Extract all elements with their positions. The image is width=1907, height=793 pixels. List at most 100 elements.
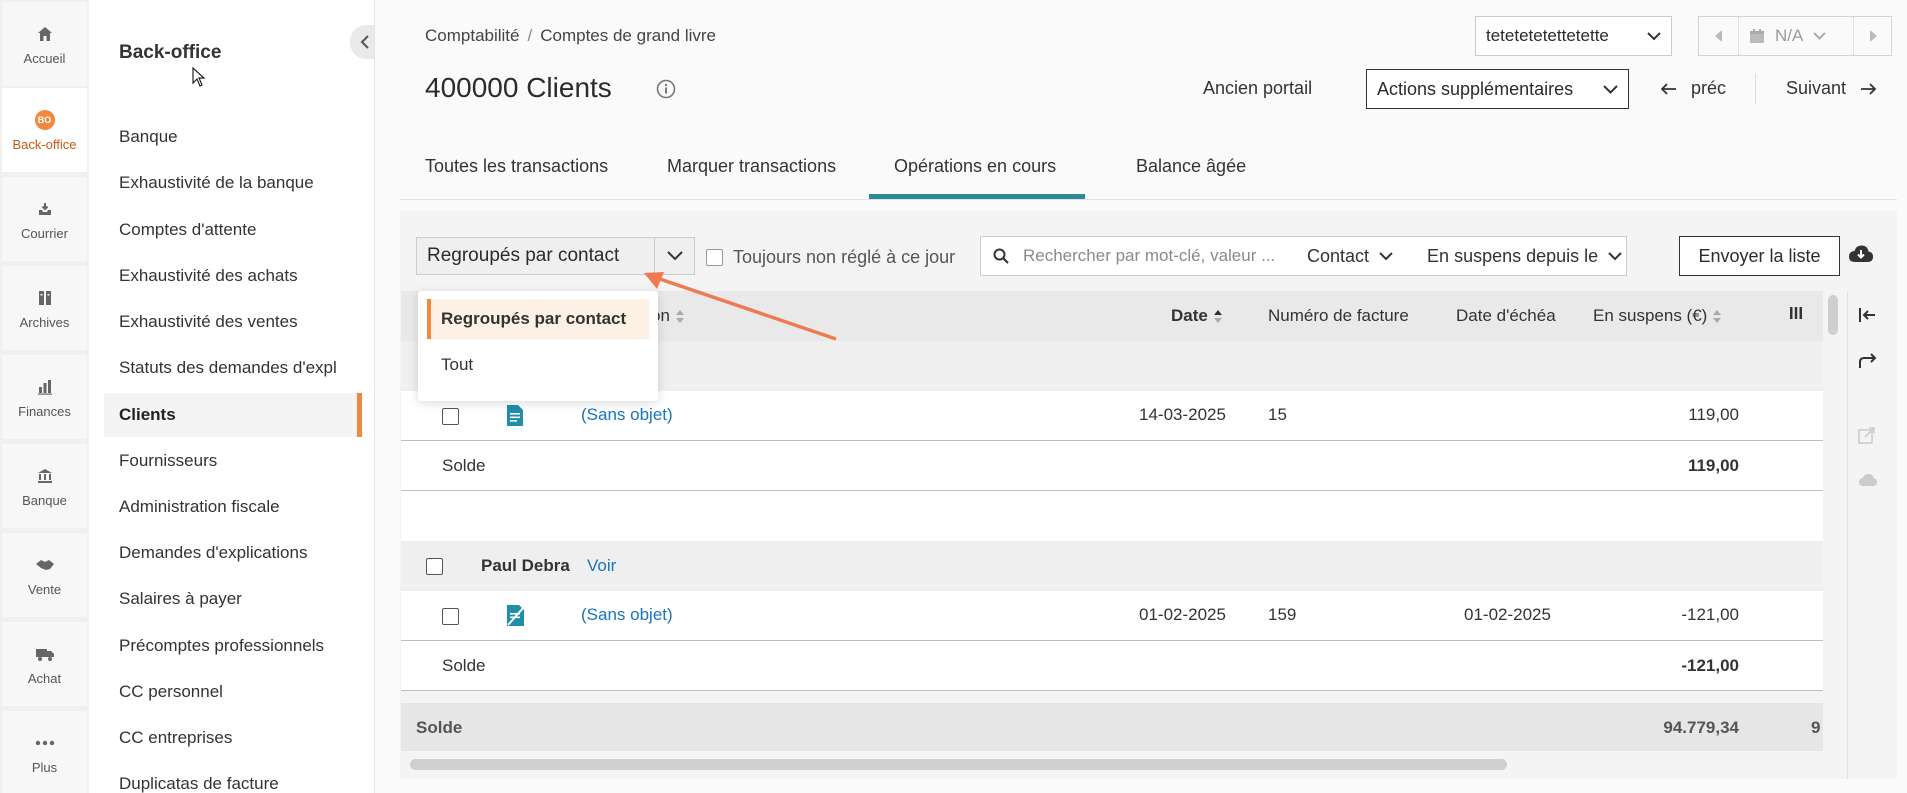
sidebar-item-duplicatas[interactable]: Duplicatas de facture — [119, 774, 279, 793]
breadcrumb-item[interactable]: Comptabilité — [425, 26, 520, 45]
always-unsettled-option[interactable]: Toujours non réglé à ce jour — [706, 247, 955, 268]
cloud-icon — [1858, 473, 1878, 487]
sidebar-item-fournisseurs[interactable]: Fournisseurs — [119, 451, 217, 471]
horizontal-scrollbar[interactable] — [410, 759, 1507, 770]
vertical-scrollbar[interactable] — [1828, 295, 1838, 335]
row-due-date: 01-02-2025 — [1464, 605, 1551, 624]
rail-label: Accueil — [23, 50, 66, 66]
column-pending-label: En suspens (€) — [1593, 306, 1708, 325]
row-date: 14-03-2025 — [1139, 405, 1226, 424]
tab-mark-transactions[interactable]: Marquer transactions — [667, 156, 836, 177]
balance-value: 119,00 — [1687, 456, 1739, 475]
bank-icon — [34, 465, 56, 487]
bar-chart-icon — [34, 376, 56, 398]
collapse-to-left-icon[interactable] — [1858, 307, 1876, 323]
period-prev-button[interactable] — [1699, 17, 1739, 55]
column-date-label: Date — [1171, 306, 1208, 325]
prev-button[interactable]: préc — [1661, 78, 1726, 99]
table-row[interactable]: (Sans objet) 01-02-2025 159 01-02-2025 -… — [401, 591, 1823, 641]
chevron-down-icon — [1813, 32, 1827, 40]
row-description-link[interactable]: (Sans objet) — [581, 405, 673, 425]
breadcrumb-item[interactable]: Comptes de grand livre — [540, 26, 716, 45]
invoice-doc-icon — [507, 405, 523, 426]
sidebar-item-exhaustivite-achats[interactable]: Exhaustivité des achats — [119, 266, 298, 286]
dropdown-option-all[interactable]: Tout — [427, 345, 649, 385]
rail-item-accueil[interactable]: Accueil — [2, 2, 87, 86]
column-due-date[interactable]: Date d'échéa — [1456, 306, 1562, 326]
send-list-button[interactable]: Envoyer la liste — [1679, 236, 1840, 276]
row-description-link[interactable]: (Sans objet) — [581, 605, 673, 625]
rail-item-back-office[interactable]: BO Back-office — [2, 88, 87, 172]
column-date[interactable]: Date — [1171, 306, 1222, 326]
old-portal-link[interactable]: Ancien portail — [1203, 78, 1312, 99]
tab-open-operations[interactable]: Opérations en cours — [894, 156, 1056, 177]
period-display[interactable]: N/A — [1739, 17, 1853, 55]
row-checkbox[interactable] — [442, 608, 459, 625]
rail-item-plus[interactable]: Plus — [2, 711, 87, 793]
tab-all-transactions[interactable]: Toutes les transactions — [425, 156, 608, 177]
next-button[interactable]: Suivant — [1786, 78, 1877, 99]
more-actions-button[interactable]: Actions supplémentaires — [1366, 69, 1629, 109]
sidebar-item-cc-entreprises[interactable]: CC entreprises — [119, 728, 232, 748]
active-tab-indicator — [869, 194, 1085, 199]
tab-aged-balance[interactable]: Balance âgée — [1136, 156, 1246, 177]
rail-item-archives[interactable]: Archives — [2, 266, 87, 350]
rail-item-achat[interactable]: Achat — [2, 622, 87, 706]
always-unsettled-label: Toujours non réglé à ce jour — [733, 247, 956, 267]
sidebar-item-salaires[interactable]: Salaires à payer — [119, 589, 242, 609]
search-input[interactable]: Rechercher par mot-clé, valeur ... — [1023, 246, 1283, 266]
always-unsettled-checkbox[interactable] — [706, 249, 723, 266]
redo-arrow-icon[interactable] — [1858, 353, 1878, 369]
chevron-down-icon — [1608, 251, 1622, 260]
rail-item-courrier[interactable]: Courrier — [2, 177, 87, 261]
rail-item-finances[interactable]: Finances — [2, 355, 87, 439]
breadcrumb: Comptabilité / Comptes de grand livre — [425, 26, 716, 46]
rail-item-banque[interactable]: Banque — [2, 444, 87, 528]
sidebar-item-demandes-explications[interactable]: Demandes d'explications — [119, 543, 307, 563]
column-pending[interactable]: En suspens (€) — [1593, 306, 1722, 326]
calendar-icon — [1750, 29, 1764, 43]
grand-total-label: Solde — [416, 718, 463, 737]
group-checkbox[interactable] — [426, 558, 443, 575]
group-view-link[interactable]: Voir — [587, 556, 616, 576]
group-header-row: Paul Debra Voir — [401, 541, 1823, 591]
sidebar-item-exhaustivite-banque[interactable]: Exhaustivité de la banque — [119, 173, 314, 193]
tab-bar: Toutes les transactions Marquer transact… — [400, 150, 1897, 200]
more-actions-label: Actions supplémentaires — [1377, 78, 1574, 99]
info-icon[interactable] — [656, 79, 676, 99]
contact-filter[interactable]: Contact — [1307, 246, 1393, 267]
sidebar-item-banque[interactable]: Banque — [119, 127, 178, 147]
caret-right-icon — [1869, 30, 1877, 42]
export-icon — [1858, 426, 1876, 444]
sidebar-item-comptes-attente[interactable]: Comptes d'attente — [119, 220, 256, 240]
rail-label: Back-office — [12, 136, 77, 152]
rail-label: Finances — [18, 403, 71, 419]
sidebar-item-cc-personnel[interactable]: CC personnel — [119, 682, 223, 702]
balance-label: Solde — [442, 456, 486, 475]
collapse-sidebar-button[interactable] — [350, 25, 374, 59]
balance-row: Solde 119,00 — [401, 441, 1823, 491]
row-amount: 119,00 — [1688, 405, 1739, 424]
row-checkbox[interactable] — [442, 408, 459, 425]
sidebar-item-precomptes[interactable]: Précomptes professionnels — [119, 636, 324, 656]
period-next-button[interactable] — [1853, 17, 1891, 55]
archive-icon — [34, 287, 56, 309]
company-select[interactable]: tetetetetettetette — [1475, 16, 1672, 56]
sidebar-item-statuts-demandes[interactable]: Statuts des demandes d'expl — [119, 358, 337, 378]
column-invoice-number[interactable]: Numéro de facture — [1268, 306, 1409, 326]
column-settings-icon[interactable] — [1789, 306, 1803, 320]
caret-left-icon — [1714, 30, 1722, 42]
sidebar-item-administration-fiscale[interactable]: Administration fiscale — [119, 497, 280, 517]
sidebar-item-clients[interactable]: Clients — [119, 405, 176, 425]
divider — [1755, 74, 1756, 104]
row-invoice-number: 159 — [1268, 605, 1297, 624]
cloud-download-icon[interactable] — [1848, 244, 1874, 264]
dropdown-option-grouped[interactable]: Regroupés par contact — [427, 299, 649, 339]
mouse-cursor-icon — [192, 67, 206, 87]
sidebar-item-exhaustivite-ventes[interactable]: Exhaustivité des ventes — [119, 312, 298, 332]
balance-row: Solde -121,00 — [401, 641, 1823, 691]
rail-item-vente[interactable]: Vente — [2, 533, 87, 617]
chevron-down-icon — [1603, 84, 1618, 94]
pending-since-filter[interactable]: En suspens depuis le — [1427, 246, 1622, 267]
search-icon — [993, 248, 1009, 264]
